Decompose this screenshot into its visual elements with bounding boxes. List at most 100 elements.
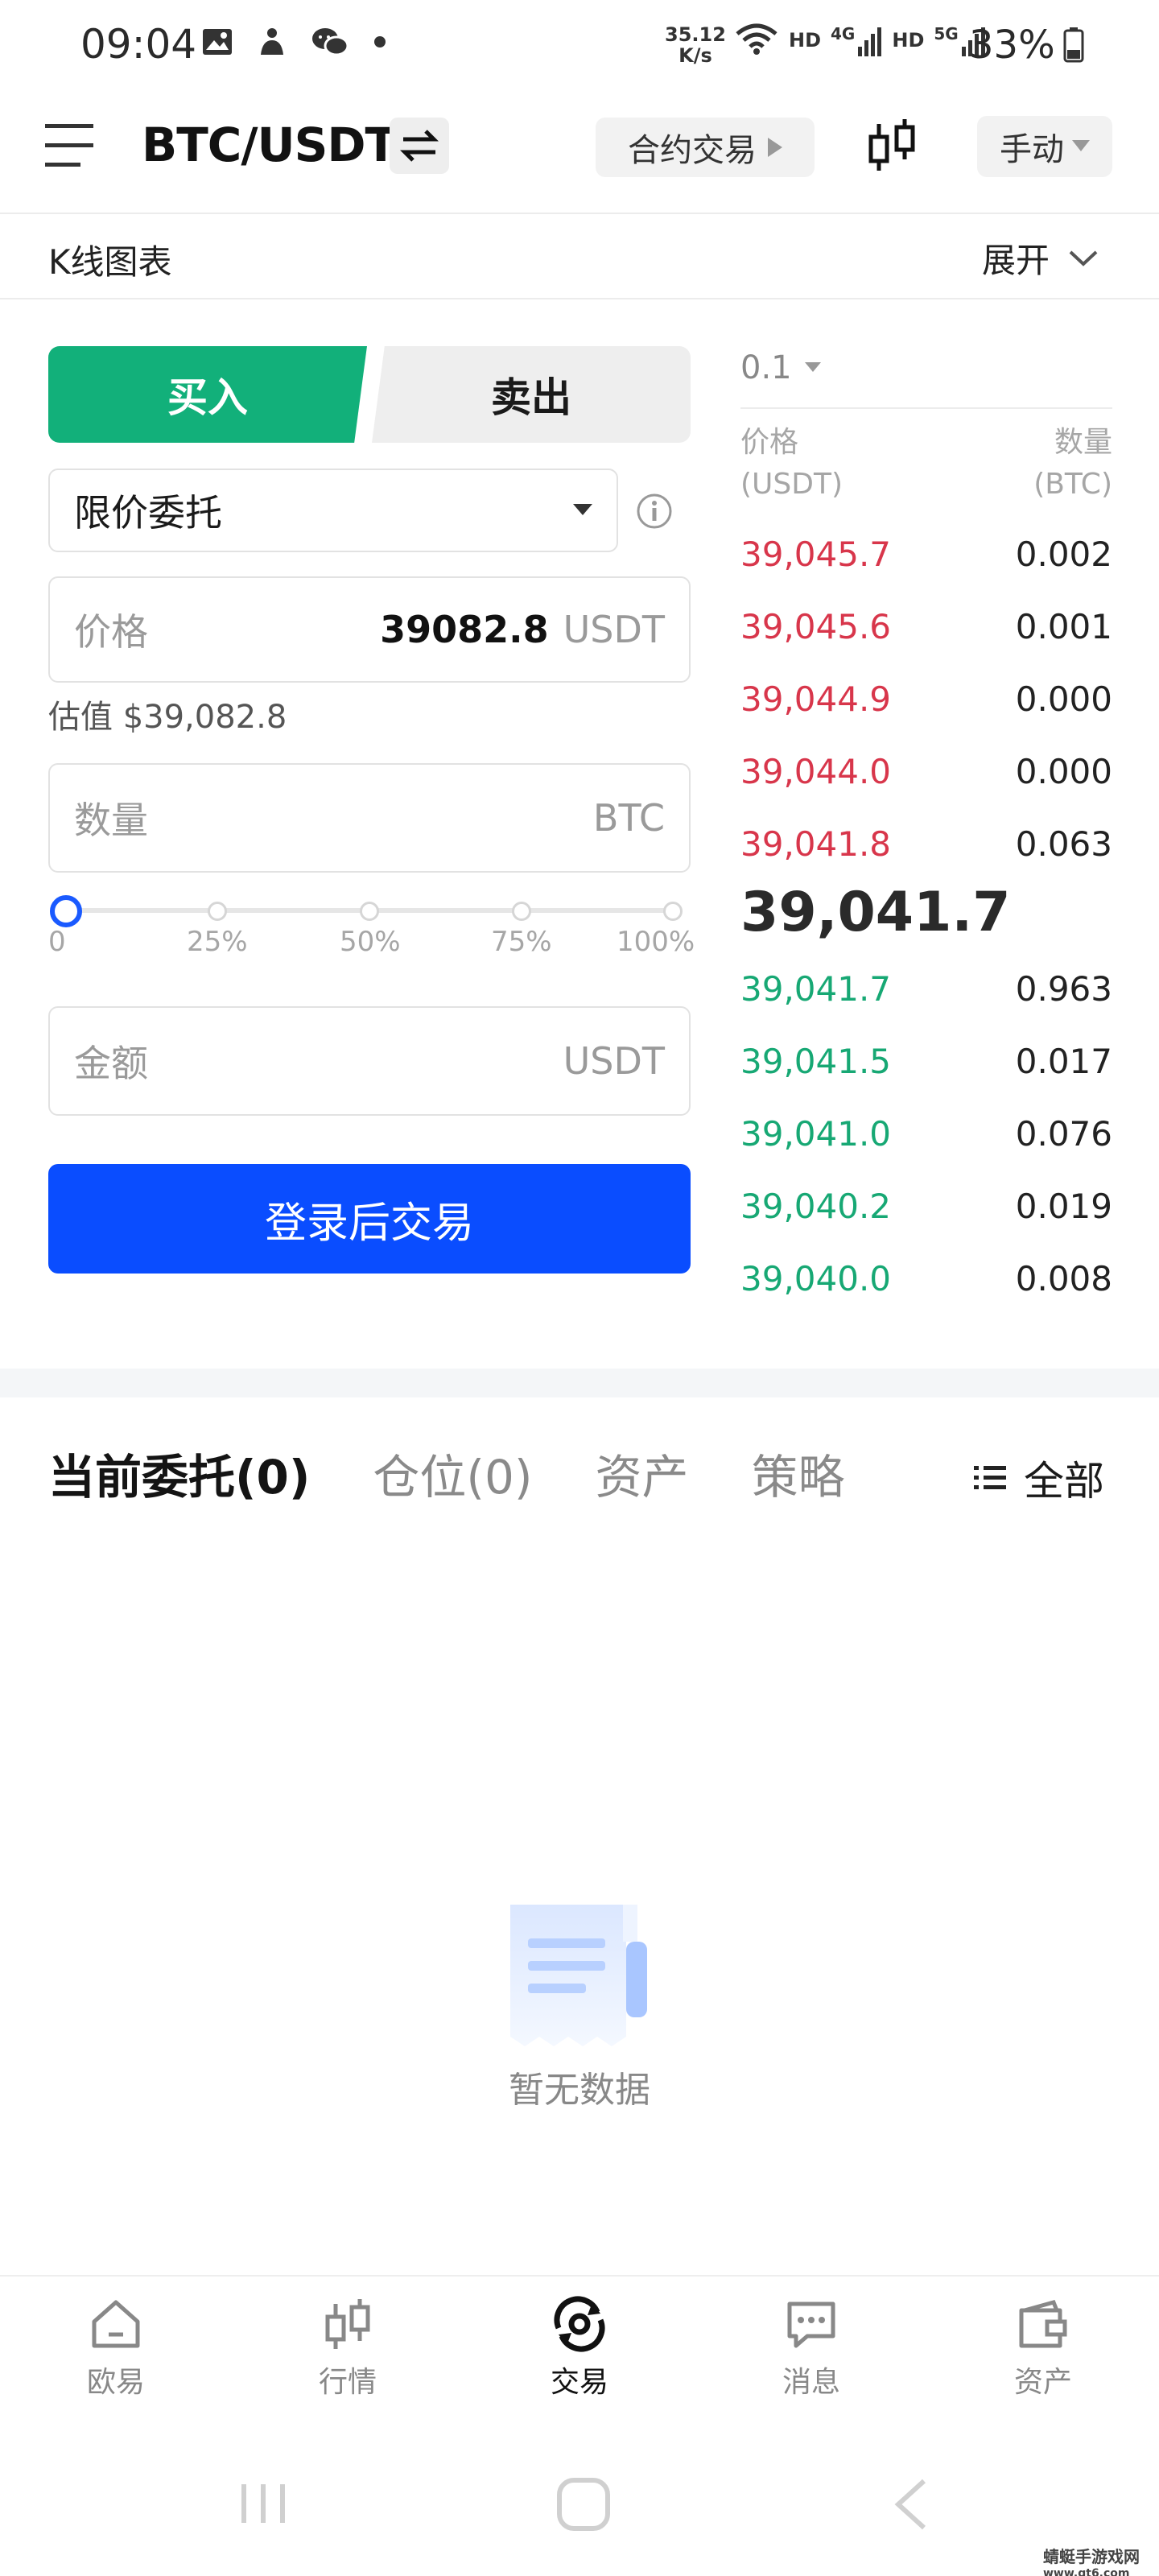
qty-header-line2: (BTC) — [1033, 468, 1112, 501]
bid-qty: 0.017 — [1015, 1041, 1112, 1081]
ask-qty: 0.000 — [1015, 751, 1112, 791]
hd-label-1: HD — [789, 29, 822, 52]
network-speed: 35.12 K/s — [665, 24, 726, 66]
bid-qty: 0.008 — [1015, 1258, 1112, 1298]
bid-row[interactable]: 39,040.0 0.008 — [740, 1254, 1112, 1302]
candlestick-icon — [868, 119, 915, 171]
bid-qty: 0.963 — [1015, 968, 1112, 1009]
ask-row[interactable]: 39,044.0 0.000 — [740, 747, 1112, 795]
slider-mark-50: 50% — [340, 926, 401, 958]
info-icon[interactable] — [636, 493, 673, 530]
wallet-icon — [1019, 2299, 1067, 2348]
nav-item-home[interactable]: 欧易 — [43, 2296, 188, 2401]
nav-item-assets[interactable]: 资产 — [971, 2296, 1116, 2401]
ask-qty: 0.063 — [1015, 824, 1112, 864]
watermark-line1: 蜻蜓手游戏网 — [1043, 2547, 1140, 2566]
percentage-slider[interactable]: 0 25% 50% 75% 100% — [48, 894, 695, 958]
system-icons: HD 4G HD 5G — [734, 23, 986, 58]
kline-chart-label: K线图表 — [48, 242, 172, 282]
bid-qty: 0.019 — [1015, 1186, 1112, 1226]
amount-input[interactable]: 金额 USDT — [48, 1006, 691, 1116]
price-header-line1: 价格 — [740, 426, 799, 459]
app-notification-icon — [261, 28, 283, 55]
tab-positions[interactable]: 仓位(0) — [373, 1439, 532, 1507]
slider-mark-75: 75% — [491, 926, 552, 958]
kline-divider — [0, 298, 1159, 299]
expand-label: 展开 — [982, 241, 1050, 280]
chevron-down-icon — [1069, 250, 1098, 266]
bid-qty: 0.076 — [1015, 1113, 1112, 1154]
slider-dot-25[interactable] — [208, 902, 227, 921]
buy-tab[interactable]: 买入 — [48, 346, 367, 443]
menu-button[interactable] — [45, 122, 93, 167]
ask-row[interactable]: 39,045.6 0.001 — [740, 602, 1112, 650]
filter-all-button[interactable]: 全部 — [974, 1449, 1104, 1507]
expand-chart-button[interactable]: 展开 — [982, 233, 1098, 283]
ask-price: 39,044.9 — [740, 679, 892, 719]
nav-item-messages[interactable]: 消息 — [739, 2296, 884, 2401]
contract-trading-label: 合约交易 — [628, 132, 757, 169]
switch-pair-button[interactable] — [390, 118, 449, 174]
quantity-input[interactable]: 数量 BTC — [48, 763, 691, 873]
trading-pair-title[interactable]: BTC/USDT — [142, 118, 397, 172]
ask-qty: 0.001 — [1015, 606, 1112, 646]
tab-strategy[interactable]: 策略 — [752, 1439, 845, 1507]
triangle-down-icon — [1072, 140, 1090, 151]
battery-status: 33% — [969, 23, 1084, 68]
last-price[interactable]: 39,041.7 — [740, 881, 1011, 944]
kline-chart-button[interactable] — [866, 118, 919, 174]
bid-row[interactable]: 39,040.2 0.019 — [740, 1182, 1112, 1230]
ask-price: 39,045.7 — [740, 534, 892, 574]
recent-apps-icon[interactable] — [238, 2478, 290, 2529]
signal-4g: 4G — [831, 24, 882, 56]
home-icon — [92, 2300, 140, 2348]
signal-5g-label: 5G — [934, 24, 959, 43]
play-arrow-icon — [768, 138, 782, 157]
nav-item-trade[interactable]: 交易 — [507, 2296, 652, 2401]
price-unit: USDT — [563, 608, 665, 651]
status-time: 09:04 — [80, 21, 197, 68]
hd-label-2: HD — [892, 29, 925, 52]
slider-handle[interactable] — [50, 895, 82, 927]
qty-header-line1: 数量 — [1054, 426, 1112, 459]
ask-row[interactable]: 39,044.9 0.000 — [740, 675, 1112, 723]
bid-row[interactable]: 39,041.0 0.076 — [740, 1109, 1112, 1158]
mode-select[interactable]: 手动 — [977, 116, 1112, 177]
depth-select[interactable]: 0.1 — [740, 349, 821, 386]
login-to-trade-button[interactable]: 登录后交易 — [48, 1164, 691, 1274]
slider-dot-100[interactable] — [663, 902, 683, 921]
ask-row[interactable]: 39,045.7 0.002 — [740, 530, 1112, 578]
tab-assets[interactable]: 资产 — [596, 1439, 689, 1507]
slider-dot-75[interactable] — [512, 902, 531, 921]
header-divider — [0, 213, 1159, 214]
sell-tab[interactable]: 卖出 — [372, 346, 691, 443]
ask-row[interactable]: 39,041.8 0.063 — [740, 819, 1112, 868]
section-separator — [0, 1368, 1159, 1397]
nav-item-market[interactable]: 行情 — [275, 2296, 420, 2401]
tab-open-orders[interactable]: 当前委托(0) — [48, 1439, 310, 1507]
nav-label-trade: 交易 — [550, 2366, 608, 2399]
signal-bars-icon — [858, 27, 882, 56]
orderbook-divider — [740, 407, 1112, 409]
mode-label: 手动 — [1000, 131, 1064, 168]
bid-row[interactable]: 39,041.5 0.017 — [740, 1037, 1112, 1085]
depth-value: 0.1 — [740, 349, 792, 386]
back-icon[interactable] — [892, 2476, 929, 2533]
trade-icon — [554, 2296, 605, 2352]
ask-price: 39,045.6 — [740, 606, 892, 646]
bid-price: 39,041.7 — [740, 968, 892, 1009]
price-header-line2: (USDT) — [740, 468, 843, 501]
bid-row[interactable]: 39,041.7 0.963 — [740, 964, 1112, 1013]
wifi-icon — [736, 23, 777, 55]
bid-price: 39,041.5 — [740, 1041, 892, 1081]
empty-document-icon — [507, 1900, 655, 2053]
nav-label-messages: 消息 — [782, 2366, 840, 2399]
slider-dot-50[interactable] — [360, 902, 379, 921]
gallery-icon — [203, 29, 232, 55]
contract-trading-button[interactable]: 合约交易 — [596, 118, 815, 177]
net-speed-value: 35.12 — [665, 23, 726, 46]
order-type-select[interactable]: 限价委托 — [48, 469, 618, 552]
home-button-icon[interactable] — [555, 2476, 612, 2533]
price-input[interactable]: 价格 39082.8 USDT — [48, 576, 691, 683]
amount-placeholder: 金额 — [74, 1042, 148, 1085]
